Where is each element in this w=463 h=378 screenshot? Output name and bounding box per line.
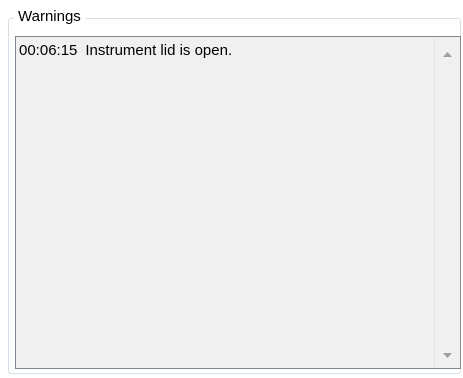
list-item[interactable]: 00:06:15 Instrument lid is open.	[16, 37, 434, 59]
warnings-list[interactable]: 00:06:15 Instrument lid is open.	[15, 36, 461, 369]
scroll-up-button[interactable]	[435, 43, 460, 65]
warnings-list-content: 00:06:15 Instrument lid is open.	[16, 37, 434, 368]
scroll-track[interactable]	[435, 65, 460, 344]
scroll-down-button[interactable]	[435, 344, 460, 366]
warning-timestamp: 00:06:15	[19, 42, 78, 59]
warnings-group-title: Warnings	[14, 8, 85, 26]
chevron-up-icon	[443, 51, 452, 57]
warning-message: Instrument lid is open.	[85, 42, 233, 59]
vertical-scrollbar[interactable]	[434, 37, 460, 368]
chevron-down-icon	[443, 352, 452, 358]
